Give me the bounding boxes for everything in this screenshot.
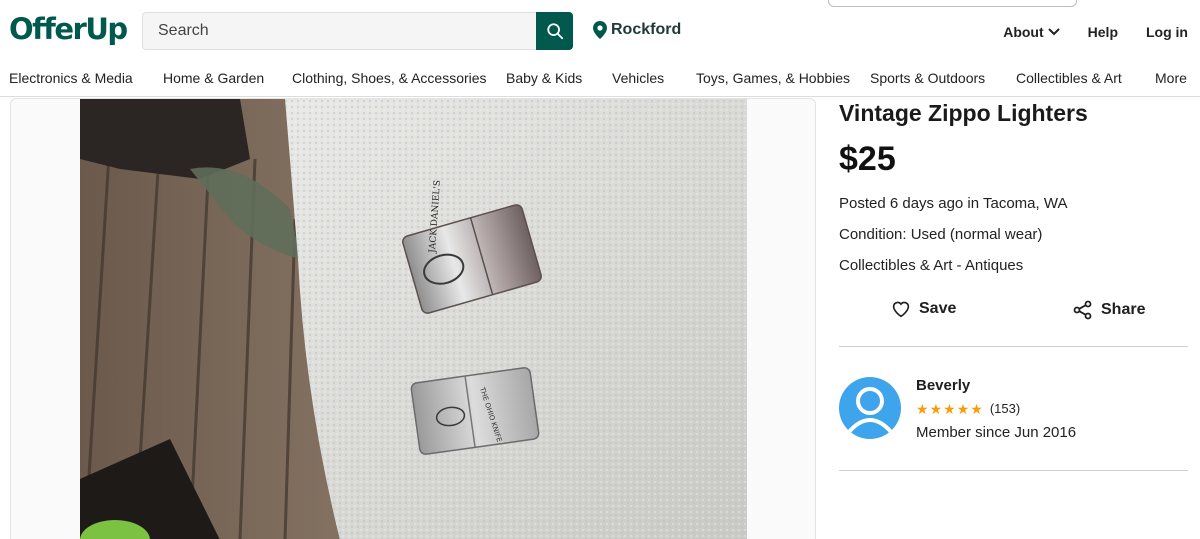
- listing-title: Vintage Zippo Lighters: [839, 100, 1088, 126]
- heart-icon: [892, 301, 910, 318]
- star-icon: ★: [916, 400, 929, 417]
- search-button[interactable]: [536, 12, 573, 50]
- location-label: Rockford: [611, 21, 682, 38]
- rating-count: (153): [989, 401, 1021, 416]
- popover-edge: [828, 0, 1077, 7]
- listing-price: $25: [839, 140, 896, 178]
- nav-about-label: About: [1003, 24, 1044, 40]
- category-toys-games[interactable]: Toys, Games, & Hobbies: [696, 70, 850, 86]
- nav-help[interactable]: Help: [1088, 24, 1118, 40]
- nav-about[interactable]: About: [1003, 24, 1060, 40]
- star-icon: ★: [956, 400, 970, 417]
- member-since: Member since Jun 2016: [916, 424, 1077, 441]
- nav-login[interactable]: Log in: [1146, 24, 1188, 40]
- divider: [839, 470, 1188, 471]
- category-electronics-media[interactable]: Electronics & Media: [9, 70, 133, 86]
- star-icon: ★: [929, 400, 943, 417]
- seller-rating: ★ ★ ★ ★ ★ (153): [916, 401, 1020, 416]
- seller-name[interactable]: Beverly: [916, 377, 970, 394]
- category-bar: Electronics & Media Home & Garden Clothi…: [0, 62, 1200, 97]
- search-icon: [546, 23, 563, 40]
- listing-photo[interactable]: JACK DANIEL'S THE OHIO KNIFE: [80, 99, 747, 539]
- share-button[interactable]: Share: [1073, 300, 1145, 320]
- category-vehicles[interactable]: Vehicles: [612, 70, 664, 86]
- location-pin-icon: [593, 21, 607, 39]
- user-icon: [846, 387, 894, 435]
- chevron-down-icon: [1047, 28, 1060, 36]
- divider: [839, 346, 1188, 347]
- share-icon: [1073, 300, 1092, 320]
- search-bar: [142, 12, 573, 50]
- star-icon: ★: [943, 400, 956, 417]
- category-collectibles-art[interactable]: Collectibles & Art: [1016, 70, 1122, 86]
- category-sports-outdoors[interactable]: Sports & Outdoors: [870, 70, 985, 86]
- save-label: Save: [919, 300, 957, 317]
- listing-condition: Condition: Used (normal wear): [839, 226, 1043, 243]
- seller-avatar[interactable]: [839, 377, 901, 439]
- category-clothing[interactable]: Clothing, Shoes, & Accessories: [292, 70, 487, 86]
- save-button[interactable]: Save: [891, 300, 956, 318]
- search-input[interactable]: [143, 13, 537, 49]
- category-baby-kids[interactable]: Baby & Kids: [506, 70, 582, 86]
- location-selector[interactable]: Rockford: [593, 21, 681, 39]
- category-home-garden[interactable]: Home & Garden: [163, 70, 264, 86]
- header: OfferUp Rockford About Help Log in: [0, 0, 1200, 62]
- top-nav: About Help Log in: [1003, 24, 1188, 40]
- share-label: Share: [1101, 301, 1146, 318]
- photo-gallery: JACK DANIEL'S THE OHIO KNIFE: [10, 98, 816, 539]
- star-icon: ★: [970, 400, 983, 417]
- category-more[interactable]: More: [1155, 70, 1187, 86]
- listing-posted: Posted 6 days ago in Tacoma, WA: [839, 195, 1068, 212]
- offerup-logo[interactable]: OfferUp: [9, 12, 128, 46]
- listing-photo-image: JACK DANIEL'S THE OHIO KNIFE: [80, 99, 747, 539]
- listing-category[interactable]: Collectibles & Art - Antiques: [839, 257, 1023, 274]
